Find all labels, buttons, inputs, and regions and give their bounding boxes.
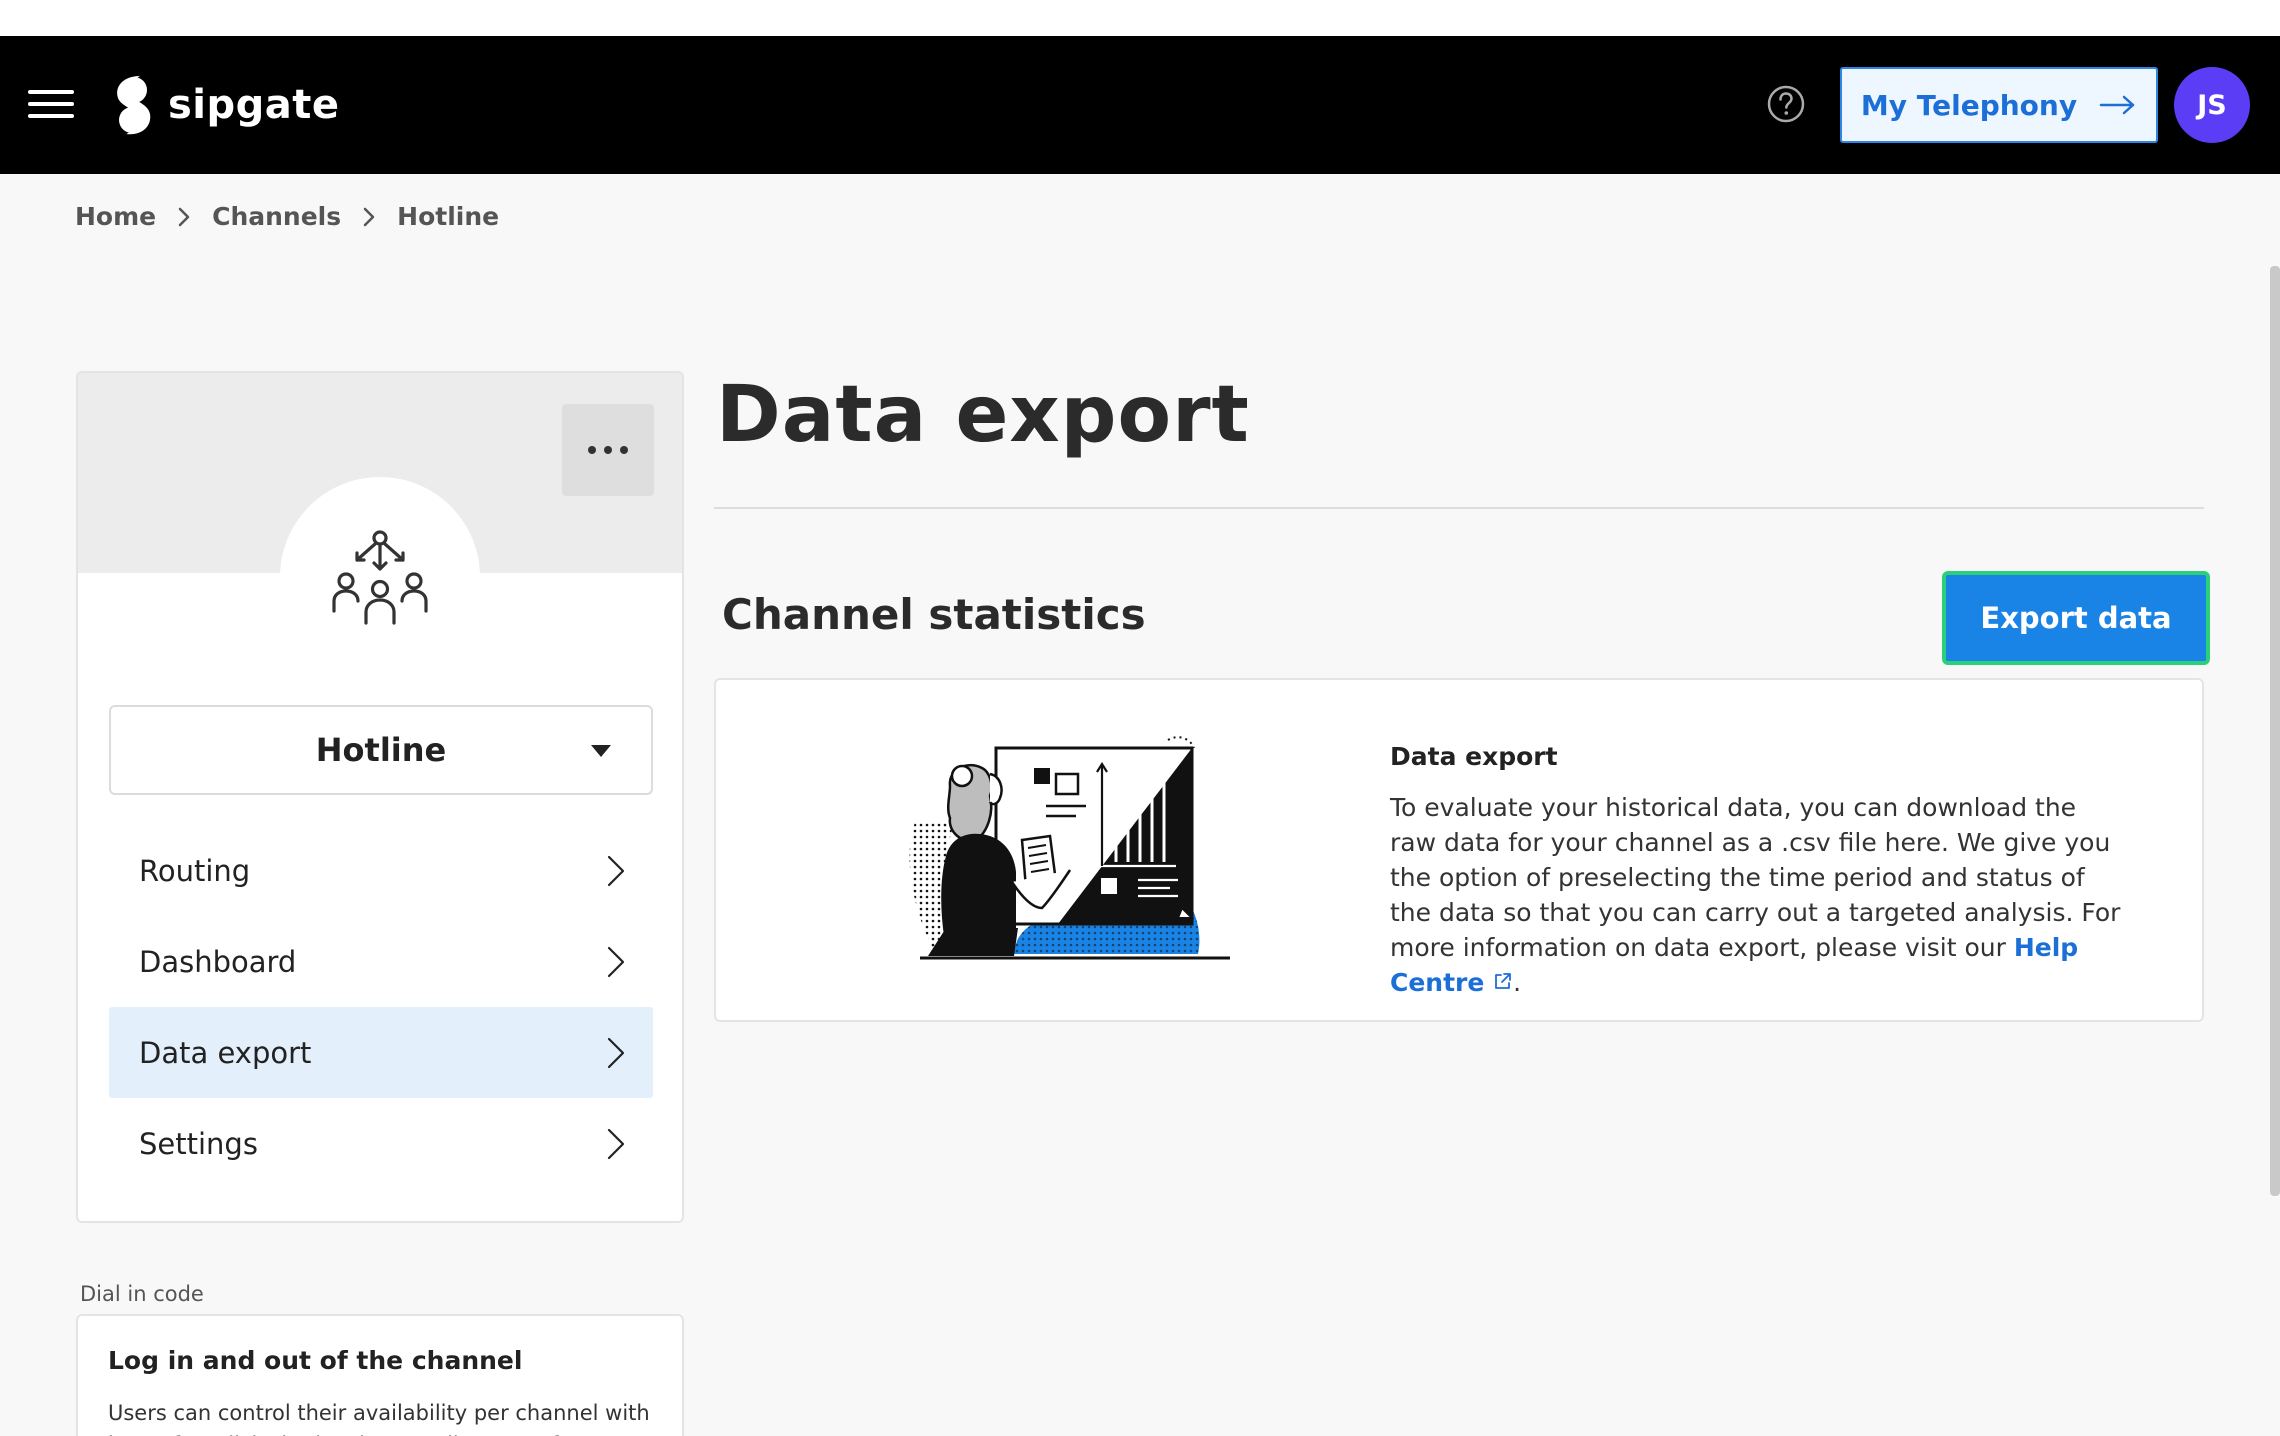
page-scrollbar[interactable] (2270, 266, 2280, 1196)
data-analysis-illustration (909, 736, 1230, 960)
user-avatar[interactable]: JS (2174, 67, 2250, 143)
arrow-right-icon (2099, 95, 2135, 115)
chevron-right-icon (607, 1037, 625, 1068)
chevron-right-icon (607, 855, 625, 886)
breadcrumb-home[interactable]: Home (75, 202, 156, 231)
nav-item-data-export[interactable]: Data export (109, 1007, 653, 1098)
card-description: To evaluate your historical data, you ca… (1390, 790, 2130, 1000)
help-icon[interactable] (1766, 84, 1806, 124)
ellipsis-icon (584, 446, 632, 454)
chevron-right-icon (607, 946, 625, 977)
nav-item-label: Data export (139, 1035, 312, 1070)
chevron-right-icon (607, 1128, 625, 1159)
logo-wordmark: sipgate (168, 82, 340, 128)
dial-in-title: Log in and out of the channel (108, 1346, 523, 1375)
nav-item-routing[interactable]: Routing (109, 825, 653, 916)
external-link-icon (1495, 973, 1511, 989)
page-title: Data export (716, 370, 1250, 460)
channel-selector-value: Hotline (315, 731, 447, 769)
chevron-right-icon (363, 207, 375, 227)
card-body-text: To evaluate your historical data, you ca… (1390, 793, 2121, 962)
channel-selector-dropdown[interactable]: Hotline (109, 705, 653, 795)
dial-in-text: Users can control their availability per… (108, 1401, 650, 1436)
more-options-button[interactable] (562, 404, 654, 496)
group-routing-icon (332, 530, 428, 625)
dial-in-card: Log in and out of the channel Users can … (76, 1314, 684, 1436)
browser-top-strip (0, 0, 2280, 36)
breadcrumb: Home Channels Hotline (75, 202, 499, 231)
nav-item-label: Routing (139, 853, 251, 888)
nav-item-dashboard[interactable]: Dashboard (109, 916, 653, 1007)
breadcrumb-hotline[interactable]: Hotline (397, 202, 499, 231)
export-data-button[interactable]: Export data (1942, 571, 2210, 665)
channel-nav: Routing Dashboard Data export Settings (109, 825, 653, 1189)
my-telephony-button[interactable]: My Telephony (1840, 67, 2158, 143)
nav-item-label: Dashboard (139, 944, 297, 979)
nav-item-settings[interactable]: Settings (109, 1098, 653, 1189)
menu-icon[interactable] (28, 86, 76, 120)
sipgate-logo-icon (117, 76, 151, 135)
nav-item-label: Settings (139, 1126, 258, 1161)
top-navigation-bar: sipgate My Telephony JS (0, 36, 2280, 174)
dial-in-code-label: Dial in code (80, 1282, 204, 1306)
my-telephony-label: My Telephony (1860, 88, 2078, 122)
section-title: Channel statistics (722, 590, 1146, 639)
card-body-end: . (1513, 968, 1522, 997)
channel-sidebar-card: Hotline Routing Dashboard Data export Se… (76, 371, 684, 1223)
channel-avatar (280, 477, 480, 677)
data-export-info-card: Data export To evaluate your historical … (714, 678, 2204, 1022)
title-divider (714, 507, 2204, 509)
breadcrumb-channels[interactable]: Channels (212, 202, 341, 231)
sipgate-logo[interactable]: sipgate (110, 72, 340, 138)
chevron-right-icon (178, 207, 190, 227)
card-heading: Data export (1390, 742, 1558, 771)
caret-down-icon (591, 745, 611, 757)
